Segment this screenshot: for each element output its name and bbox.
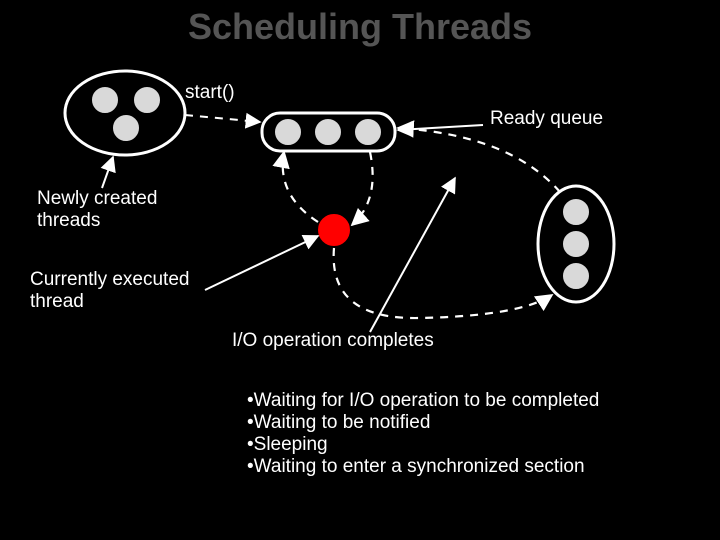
- diagram-stage: Scheduling Threads: [0, 0, 720, 540]
- waiting-pool: [538, 186, 614, 302]
- edge-wakeup: [398, 128, 560, 192]
- pointer-new: [102, 157, 113, 188]
- edge-yield: [283, 152, 318, 222]
- new-threads-pool: [65, 71, 185, 155]
- label-start: start(): [185, 82, 235, 104]
- ready-queue: [262, 113, 395, 151]
- pointer-ready: [398, 125, 483, 130]
- label-ready-queue: Ready queue: [490, 108, 603, 130]
- label-io-completes: I/O operation completes: [232, 330, 434, 352]
- current-thread: [317, 213, 351, 247]
- label-currently-executed: Currently executed thread: [30, 269, 189, 313]
- bullet-item: Waiting for I/O operation to be complete…: [247, 390, 599, 412]
- edge-to-waiting: [334, 248, 552, 318]
- pointer-current: [205, 236, 318, 290]
- label-newly-created: Newly created threads: [37, 188, 157, 232]
- edge-dispatch: [352, 152, 373, 225]
- bullet-item: Sleeping: [247, 434, 599, 456]
- pointer-io: [370, 178, 455, 332]
- waiting-reasons-list: Waiting for I/O operation to be complete…: [247, 390, 599, 477]
- bullet-item: Waiting to be notified: [247, 412, 599, 434]
- edge-start: [185, 115, 260, 122]
- bullet-item: Waiting to enter a synchronized section: [247, 456, 599, 478]
